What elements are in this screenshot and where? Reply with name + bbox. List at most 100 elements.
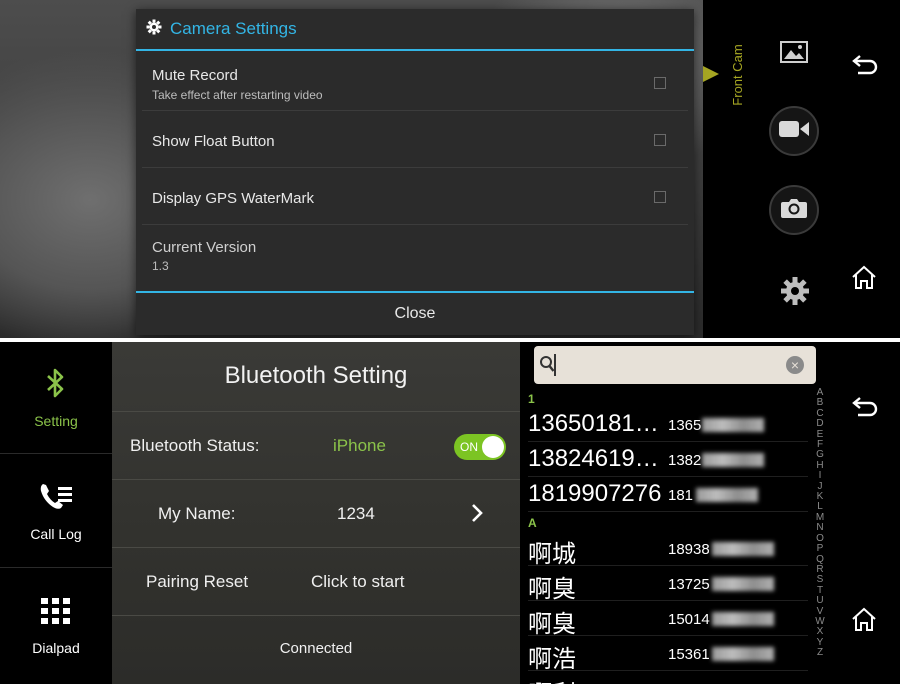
contact-number: 15361	[668, 646, 710, 663]
status-label: Bluetooth Status:	[130, 436, 260, 455]
group-header: A	[528, 516, 537, 530]
camera-settings-dialog: Camera Settings Mute Record Take effect …	[136, 9, 694, 335]
pairing-reset-button[interactable]: Click to start	[311, 572, 405, 592]
search-cursor	[554, 354, 556, 376]
contact-name: 1819907276	[528, 480, 662, 507]
contact-number: 18938	[668, 541, 710, 558]
contact-name: 13650181…	[528, 410, 659, 437]
nav-dialpad[interactable]: Dialpad	[0, 570, 112, 682]
pref-subtitle: Take effect after restarting video	[152, 88, 323, 102]
toggle-knob	[482, 436, 504, 458]
alphabet-index[interactable]: ABCDEFGHIJKLMNOPQRSTUVWXYZ	[812, 387, 828, 684]
chevron-right-icon[interactable]	[470, 502, 484, 529]
contact-name: 13824619…	[528, 445, 659, 472]
front-cam-arrow-icon[interactable]	[703, 66, 719, 82]
record-video-button[interactable]	[769, 106, 819, 156]
group-header: 1	[528, 392, 535, 406]
page-title: Bluetooth Setting	[224, 362, 408, 389]
pref-title: Display GPS WaterMark	[152, 190, 314, 207]
contact-row[interactable]: 1819907276 181	[528, 478, 808, 512]
settings-gear-icon	[146, 19, 162, 40]
contact-search-input[interactable]: ×	[534, 346, 816, 384]
contact-number: 1382	[668, 452, 702, 469]
redacted-number	[712, 577, 774, 591]
toggle-label: ON	[460, 440, 478, 454]
pref-title: Current Version	[152, 239, 257, 256]
show-float-button-checkbox[interactable]	[654, 133, 666, 146]
pairing-reset-label: Pairing Reset	[146, 572, 249, 591]
redacted-number	[712, 647, 774, 661]
contact-name: 啊城	[528, 541, 576, 568]
redacted-number	[696, 488, 758, 502]
dialpad-icon	[40, 597, 72, 632]
contact-name: 啊臭	[528, 611, 576, 638]
redacted-number	[702, 418, 764, 432]
current-version-row: Current Version 1.3	[142, 226, 688, 282]
bluetooth-toggle[interactable]: ON	[454, 434, 506, 460]
camera-icon	[780, 196, 808, 225]
contact-row[interactable]: 啊臭 13725	[528, 567, 808, 603]
clear-search-icon[interactable]: ×	[786, 356, 804, 374]
nav-label: Call Log	[30, 526, 82, 542]
bluetooth-settings-panel: Bluetooth Setting Bluetooth Status: iPho…	[112, 342, 520, 684]
video-camera-icon	[778, 118, 810, 145]
show-float-button-row[interactable]: Show Float Button	[142, 112, 688, 168]
contacts-panel: × 1 13650181… 1365 13824619… 1382 181990…	[520, 342, 830, 684]
back-icon[interactable]	[848, 394, 880, 422]
contact-name: 啊浩	[528, 646, 576, 673]
mute-record-checkbox[interactable]	[654, 76, 666, 89]
nav-setting[interactable]: Setting	[0, 342, 112, 454]
my-name-label: My Name:	[158, 504, 236, 523]
index-letter[interactable]: U	[816, 595, 823, 606]
take-photo-button[interactable]	[769, 185, 819, 235]
gear-icon[interactable]	[778, 274, 812, 308]
status-device: iPhone	[333, 436, 386, 455]
contact-name: 啊臭	[528, 576, 576, 603]
bluetooth-nav: Setting Call Log Dialpad	[0, 342, 112, 684]
gallery-icon[interactable]	[777, 38, 811, 66]
home-icon[interactable]	[848, 604, 880, 634]
contact-number: 13725	[668, 576, 710, 593]
pairing-reset-row: Pairing Reset Click to start	[112, 547, 520, 615]
close-button[interactable]: Close	[136, 293, 694, 335]
index-letter[interactable]: Z	[817, 647, 823, 658]
my-name-row[interactable]: My Name: 1234	[112, 479, 520, 547]
front-cam-label[interactable]: Front Cam	[730, 35, 745, 115]
bluetooth-icon	[45, 366, 67, 405]
call-log-icon	[38, 481, 74, 518]
contact-name: 啊利	[528, 674, 576, 684]
contact-number: 181	[668, 487, 694, 504]
mute-record-row[interactable]: Mute Record Take effect after restarting…	[142, 55, 688, 111]
version-number: 1.3	[152, 259, 169, 273]
gps-watermark-row[interactable]: Display GPS WaterMark	[142, 169, 688, 225]
contact-row[interactable]: 13824619… 1382	[528, 443, 808, 477]
pref-title: Show Float Button	[152, 133, 275, 150]
contact-number: 15014	[668, 611, 710, 628]
camera-screen: Front Cam Camera Settings Mute Record Ta…	[0, 0, 900, 338]
home-icon[interactable]	[848, 262, 880, 292]
search-icon	[539, 355, 555, 378]
redacted-number	[702, 453, 764, 467]
bluetooth-screen: Setting Call Log Dialpad Bluetooth Setti…	[0, 342, 900, 684]
index-letter[interactable]: P	[817, 543, 824, 554]
bluetooth-status-row: Bluetooth Status: iPhone ON	[112, 411, 520, 479]
dialog-title: Camera Settings	[170, 19, 297, 38]
connection-status: Connected	[279, 640, 353, 657]
system-nav	[830, 342, 900, 684]
nav-call-log[interactable]: Call Log	[0, 456, 112, 568]
redacted-number	[712, 542, 774, 556]
back-icon[interactable]	[848, 52, 880, 80]
gps-watermark-checkbox[interactable]	[654, 190, 666, 203]
dialog-header: Camera Settings	[136, 9, 694, 51]
pref-title: Mute Record	[152, 67, 238, 84]
nav-label: Setting	[34, 413, 78, 429]
contact-row[interactable]: 13650181… 1365	[528, 408, 808, 442]
my-name-value: 1234	[337, 504, 375, 523]
contact-row[interactable]: 啊利	[528, 672, 808, 684]
nav-label: Dialpad	[32, 639, 80, 656]
contact-row[interactable]: 啊臭 15014	[528, 602, 808, 638]
contact-row[interactable]: 啊浩 15361	[528, 637, 808, 673]
contact-number: 1365	[668, 417, 702, 434]
contact-row[interactable]: 啊城 18938	[528, 532, 808, 568]
redacted-number	[712, 612, 774, 626]
